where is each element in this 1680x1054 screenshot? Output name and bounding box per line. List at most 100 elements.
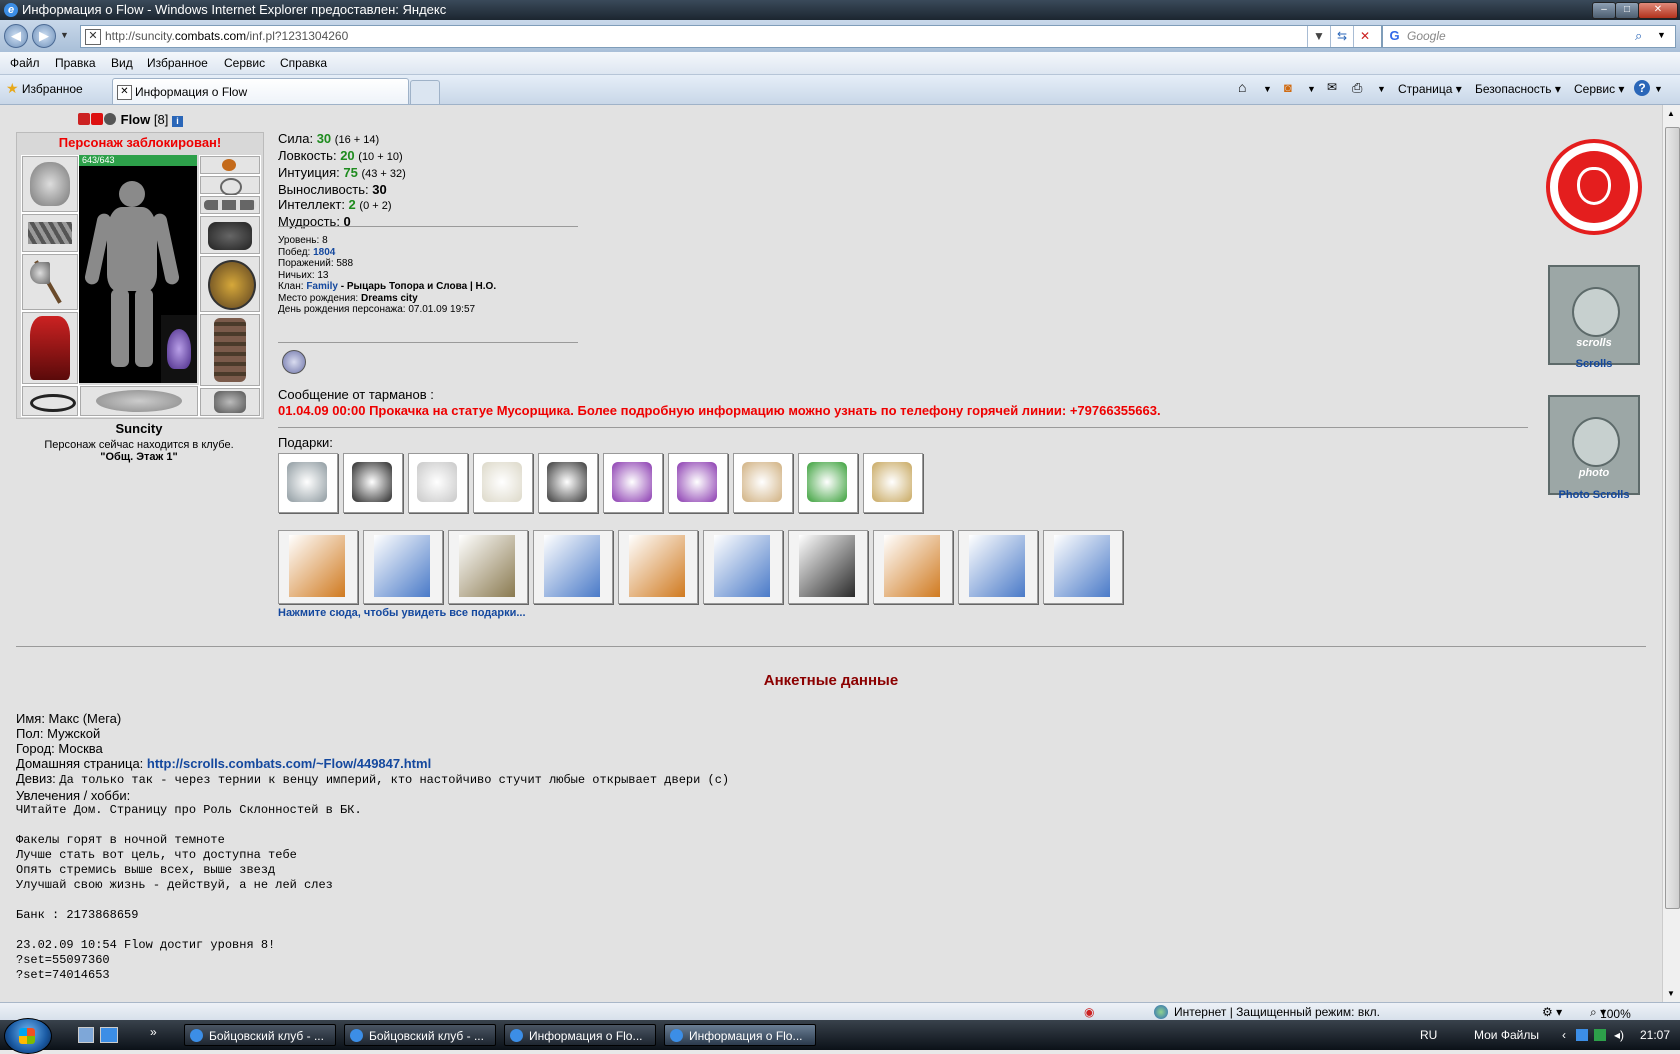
taskbar-button-info-flow-1[interactable]: Информация о Flo... bbox=[504, 1024, 656, 1046]
earring-slot[interactable] bbox=[199, 155, 261, 175]
vertical-scrollbar[interactable]: ▲ ▼ bbox=[1662, 105, 1680, 1005]
gift-item[interactable] bbox=[408, 453, 468, 513]
gift-card[interactable] bbox=[788, 530, 868, 604]
menu-edit[interactable]: Правка bbox=[55, 56, 96, 70]
search-box[interactable]: G Google ⌕ ▼ bbox=[1382, 25, 1676, 48]
gift-card[interactable] bbox=[278, 530, 358, 604]
info-clan-link[interactable]: Family bbox=[306, 281, 338, 292]
volume-icon[interactable]: ◂) bbox=[1614, 1028, 1624, 1042]
maximize-button[interactable]: □ bbox=[1615, 2, 1639, 19]
network-icon[interactable] bbox=[1594, 1029, 1606, 1041]
photo-scrolls-label[interactable]: Photo Scrolls bbox=[1538, 489, 1650, 501]
search-icon[interactable]: ⌕ bbox=[1635, 28, 1642, 44]
menu-file[interactable]: Файл bbox=[10, 56, 40, 70]
legs-slot[interactable] bbox=[199, 313, 261, 387]
show-desktop-icon[interactable] bbox=[78, 1027, 94, 1043]
gloves-slot[interactable] bbox=[199, 215, 261, 255]
refresh-icon[interactable]: ⇆ bbox=[1330, 26, 1353, 47]
language-indicator[interactable]: RU bbox=[1420, 1028, 1437, 1042]
gift-card[interactable] bbox=[1043, 530, 1123, 604]
alignment-icon[interactable] bbox=[282, 350, 306, 374]
clan-logo[interactable] bbox=[1546, 139, 1642, 235]
tab-info-flow[interactable]: ✕ Информация о Flow bbox=[112, 78, 409, 104]
gift-item[interactable] bbox=[863, 453, 923, 513]
boots-slot[interactable] bbox=[199, 387, 261, 417]
page-menu[interactable]: Страница ▾ bbox=[1398, 82, 1462, 96]
search-options-icon[interactable]: ▼ bbox=[1657, 30, 1666, 40]
minimize-button[interactable]: – bbox=[1592, 2, 1616, 19]
feeds-icon[interactable]: ◙ bbox=[1284, 80, 1292, 95]
gift-item[interactable] bbox=[538, 453, 598, 513]
taskbar-button-fight-club-2[interactable]: Бойцовский клуб - ... bbox=[344, 1024, 496, 1046]
back-button[interactable]: ◀ bbox=[4, 24, 28, 48]
gift-card[interactable] bbox=[958, 530, 1038, 604]
gift-card[interactable] bbox=[448, 530, 528, 604]
rings-slot[interactable] bbox=[199, 195, 261, 215]
belt-slot[interactable] bbox=[21, 385, 79, 417]
gift-item[interactable] bbox=[603, 453, 663, 513]
amulet-slot[interactable] bbox=[199, 175, 261, 196]
tools-menu[interactable]: Сервис ▾ bbox=[1574, 82, 1624, 96]
gift-item[interactable] bbox=[733, 453, 793, 513]
print-icon[interactable]: ⎙ bbox=[1352, 80, 1362, 96]
pet-slot[interactable] bbox=[161, 315, 197, 383]
gift-card[interactable] bbox=[533, 530, 613, 604]
menu-favorites[interactable]: Избранное bbox=[147, 56, 208, 70]
menu-tools[interactable]: Сервис bbox=[224, 56, 265, 70]
all-gifts-link[interactable]: Нажмите сюда, чтобы увидеть все подарки.… bbox=[278, 607, 526, 619]
feeds-dropdown-icon[interactable]: ▼ bbox=[1307, 84, 1316, 94]
help-dropdown-icon[interactable]: ▼ bbox=[1654, 84, 1663, 94]
scroll-down-icon[interactable]: ▼ bbox=[1667, 989, 1675, 998]
armor-slot[interactable] bbox=[21, 311, 79, 385]
gift-item[interactable] bbox=[278, 453, 338, 513]
photo-scrolls-banner[interactable]: photo bbox=[1548, 395, 1640, 495]
scroll-up-icon[interactable]: ▲ bbox=[1667, 109, 1675, 118]
address-dropdown-icon[interactable]: ▼ bbox=[1307, 26, 1330, 47]
shield-slot[interactable] bbox=[199, 255, 261, 313]
scrollbar-thumb[interactable] bbox=[1665, 127, 1680, 909]
gift-card[interactable] bbox=[618, 530, 698, 604]
taskbar-button-fight-club-1[interactable]: Бойцовский клуб - ... bbox=[184, 1024, 336, 1046]
weapon-slot[interactable] bbox=[21, 253, 79, 311]
protected-mode-icon[interactable]: ⚙ ▾ bbox=[1542, 1005, 1562, 1019]
favorites-button[interactable]: ★ Избранное bbox=[6, 80, 83, 97]
home-icon[interactable]: ⌂ bbox=[1238, 79, 1246, 95]
gift-item[interactable] bbox=[798, 453, 858, 513]
history-dropdown-icon[interactable]: ▼ bbox=[60, 30, 69, 40]
gift-item[interactable] bbox=[343, 453, 403, 513]
homepage-link[interactable]: http://scrolls.combats.com/~Flow/449847.… bbox=[147, 756, 431, 771]
stop-icon[interactable]: ✕ bbox=[1353, 26, 1376, 47]
gift-item[interactable] bbox=[473, 453, 533, 513]
mail-icon[interactable]: ✉ bbox=[1327, 80, 1337, 94]
tray-expand-icon[interactable]: ‹ bbox=[1562, 1028, 1566, 1042]
info-wins-link[interactable]: 1804 bbox=[313, 247, 335, 258]
menu-view[interactable]: Вид bbox=[111, 56, 133, 70]
clock[interactable]: 21:07 bbox=[1640, 1028, 1670, 1042]
gift-card[interactable] bbox=[703, 530, 783, 604]
helmet-slot[interactable] bbox=[21, 155, 79, 213]
home-dropdown-icon[interactable]: ▼ bbox=[1263, 84, 1272, 94]
bracers-slot[interactable] bbox=[21, 213, 79, 253]
switch-windows-icon[interactable] bbox=[100, 1027, 118, 1043]
gift-card[interactable] bbox=[363, 530, 443, 604]
close-window-button[interactable]: ✕ bbox=[1638, 2, 1678, 19]
address-field[interactable]: ✕ http://suncity.combats.com/inf.pl?1231… bbox=[80, 25, 1382, 48]
privacy-icon[interactable]: ◉ bbox=[1084, 1005, 1094, 1019]
tray-app-icon[interactable] bbox=[1576, 1029, 1588, 1041]
scrolls-label[interactable]: Scrolls bbox=[1544, 358, 1644, 370]
zoom-level[interactable]: ⌕ 100% ▾ bbox=[1590, 1005, 1631, 1021]
taskbar-button-info-flow-2[interactable]: Информация о Flo... bbox=[664, 1024, 816, 1046]
print-dropdown-icon[interactable]: ▼ bbox=[1377, 84, 1386, 94]
gift-card[interactable] bbox=[873, 530, 953, 604]
scrolls-banner[interactable]: scrolls bbox=[1548, 265, 1640, 365]
quick-launch-more-icon[interactable]: » bbox=[150, 1025, 157, 1039]
forward-button[interactable]: ▶ bbox=[32, 24, 56, 48]
menu-help[interactable]: Справка bbox=[280, 56, 327, 70]
gift-item[interactable] bbox=[668, 453, 728, 513]
start-button[interactable] bbox=[4, 1018, 52, 1054]
security-menu[interactable]: Безопасность ▾ bbox=[1475, 82, 1561, 96]
my-files-toolbar[interactable]: Мои Файлы bbox=[1474, 1028, 1539, 1042]
info-icon[interactable]: i bbox=[171, 116, 183, 127]
help-icon[interactable]: ? bbox=[1634, 80, 1650, 96]
new-tab-button[interactable] bbox=[410, 80, 440, 104]
